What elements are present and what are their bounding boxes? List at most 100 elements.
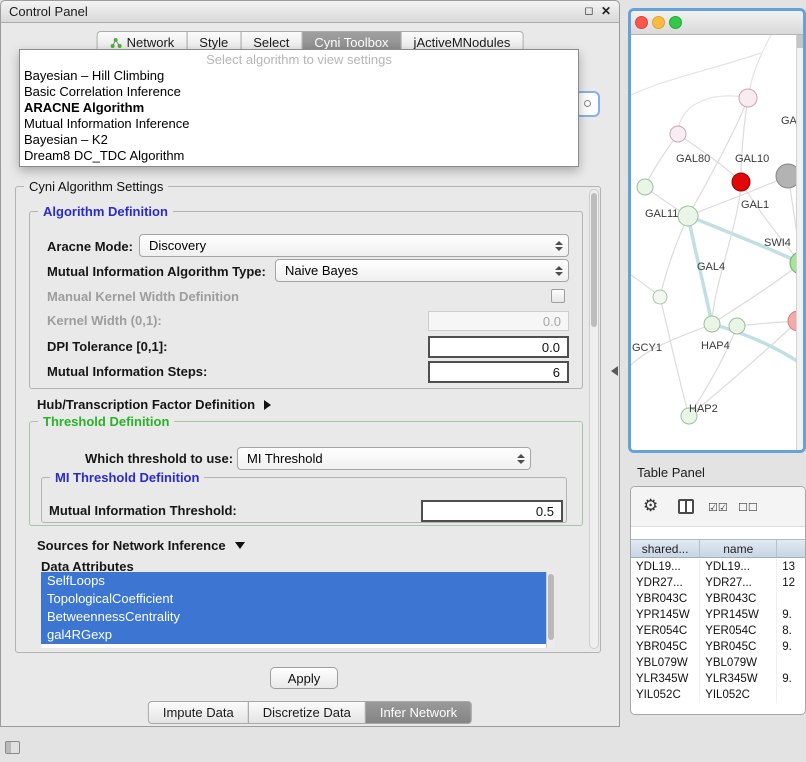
network-edge[interactable]: [712, 182, 741, 324]
column-header-name[interactable]: name: [700, 540, 777, 557]
dpi-tolerance-value: 0.0: [542, 340, 560, 355]
network-node[interactable]: [729, 318, 745, 334]
algorithm-option-list: Bayesian – Hill ClimbingBasic Correlatio…: [20, 68, 578, 164]
table-row[interactable]: YLR345WYLR345W9.: [631, 671, 805, 687]
network-node[interactable]: [739, 89, 757, 107]
network-edge[interactable]: [748, 35, 771, 98]
kernel-width-field[interactable]: 0.0: [428, 311, 569, 331]
node-label: GAL11: [645, 208, 678, 220]
network-edge[interactable]: [741, 98, 748, 182]
network-node[interactable]: [637, 179, 653, 195]
table-cell: YER054C: [631, 623, 700, 639]
algorithm-option[interactable]: ARACNE Algorithm: [20, 100, 578, 116]
table-row[interactable]: YBR045CYBR045C9.: [631, 639, 805, 655]
table-row[interactable]: YER054CYER054C8.: [631, 623, 805, 639]
collapse-icon: [235, 542, 245, 549]
data-attributes-list[interactable]: SelfLoopsTopologicalCoefficientBetweenne…: [41, 572, 555, 648]
attribute-item[interactable]: gal4RGexp: [41, 626, 546, 644]
network-scrollbar-thumb[interactable]: [797, 35, 803, 48]
mi-type-value: Naive Bayes: [285, 263, 358, 278]
network-node[interactable]: [678, 206, 698, 226]
table-row[interactable]: YDR27...YDR27...12: [631, 575, 805, 591]
network-edge[interactable]: [712, 263, 801, 324]
table-cell: 9.: [777, 639, 805, 655]
attributes-scrollbar-thumb[interactable]: [548, 574, 554, 640]
hub-section-toggle[interactable]: Hub/Transcription Factor Definition: [37, 397, 271, 412]
settings-scrollbar[interactable]: [589, 189, 599, 649]
zoom-traffic-light[interactable]: [669, 16, 682, 29]
deselect-all-checks-icon[interactable]: ☐☐: [738, 501, 758, 514]
network-node[interactable]: [704, 316, 720, 332]
network-icon: [110, 37, 122, 49]
mi-type-select[interactable]: Naive Bayes: [275, 259, 569, 282]
table-cell: 8.: [777, 623, 805, 639]
sources-section-toggle[interactable]: Sources for Network Inference: [37, 538, 245, 553]
algorithm-definition-title: Algorithm Definition: [38, 204, 173, 219]
network-edge[interactable]: [678, 96, 748, 134]
column-header-cut[interactable]: [777, 540, 805, 557]
network-window-titlebar[interactable]: [631, 11, 803, 35]
table-row[interactable]: YDL19...YDL19...13: [631, 559, 805, 575]
network-node[interactable]: [670, 126, 686, 142]
settings-scrollbar-thumb[interactable]: [591, 193, 597, 327]
table-row[interactable]: YIL052CYIL052C: [631, 687, 805, 703]
network-edge[interactable]: [660, 216, 688, 297]
tab-infer-network[interactable]: Infer Network: [365, 701, 472, 724]
network-scrollbar[interactable]: [796, 35, 803, 450]
aracne-mode-select[interactable]: Discovery: [139, 234, 569, 257]
network-canvas-area[interactable]: GALGAL80GAL10GAL11GAL1SWI4GAL4GCY1HAP4HA…: [631, 35, 803, 453]
network-edge[interactable]: [645, 134, 678, 187]
bottom-tabbar: Impute Data Discretize Data Infer Networ…: [148, 701, 472, 724]
manual-kernel-checkbox[interactable]: [551, 289, 565, 303]
table-cell: YLR345W: [700, 671, 777, 687]
network-edge[interactable]: [660, 297, 689, 416]
table-cell: YDL19...: [631, 559, 700, 575]
attributes-scrollbar[interactable]: [546, 572, 555, 648]
attribute-item[interactable]: SelfLoops: [41, 572, 546, 590]
dpi-tolerance-field[interactable]: 0.0: [428, 336, 569, 358]
algorithm-option[interactable]: Basic Correlation Inference: [20, 84, 578, 100]
collapse-panel-arrow-icon[interactable]: [611, 366, 618, 376]
close-traffic-light[interactable]: [635, 16, 648, 29]
hub-section-label: Hub/Transcription Factor Definition: [37, 397, 255, 412]
network-edge[interactable]: [631, 53, 761, 95]
table-row[interactable]: YBL079WYBL079W: [631, 655, 805, 671]
table-cell: 9.: [777, 607, 805, 623]
attribute-item[interactable]: BetweennessCentrality: [41, 608, 546, 626]
table-cell: [777, 591, 805, 607]
tab-label: Style: [199, 35, 228, 50]
table-row[interactable]: YBR043CYBR043C: [631, 591, 805, 607]
magnifier-icon: [584, 100, 591, 107]
attribute-item[interactable]: TopologicalCoefficient: [41, 590, 546, 608]
minimize-traffic-light[interactable]: [652, 16, 665, 29]
algorithm-option[interactable]: Bayesian – K2: [20, 132, 578, 148]
select-all-checks-icon[interactable]: ☑☑: [708, 501, 728, 514]
algorithm-option[interactable]: Mutual Information Inference: [20, 116, 578, 132]
panel-toggle-icon[interactable]: [5, 741, 20, 754]
kernel-width-label: Kernel Width (0,1):: [47, 313, 162, 328]
column-header-shared-name[interactable]: shared...: [631, 540, 700, 557]
tab-impute-data[interactable]: Impute Data: [148, 701, 249, 724]
tab-discretize-data[interactable]: Discretize Data: [248, 701, 366, 724]
algorithm-option[interactable]: Bayesian – Hill Climbing: [20, 68, 578, 84]
mi-threshold-label: Mutual Information Threshold:: [49, 503, 237, 518]
minimize-icon[interactable]: ◻: [581, 3, 597, 19]
apply-button[interactable]: Apply: [270, 667, 338, 689]
network-canvas[interactable]: GALGAL80GAL10GAL11GAL1SWI4GAL4GCY1HAP4HA…: [631, 35, 803, 453]
mi-threshold-field[interactable]: 0.5: [421, 500, 563, 522]
table-header: shared... name: [631, 539, 805, 558]
columns-icon[interactable]: [678, 499, 694, 514]
manual-kernel-label: Manual Kernel Width Definition: [47, 289, 239, 304]
mi-steps-field[interactable]: 6: [428, 361, 569, 383]
network-view-window: GALGAL80GAL10GAL11GAL1SWI4GAL4GCY1HAP4HA…: [628, 8, 806, 453]
close-icon[interactable]: ✕: [598, 3, 614, 19]
which-threshold-select[interactable]: MI Threshold: [237, 447, 531, 470]
network-node[interactable]: [653, 290, 667, 304]
table-cell: YDR27...: [631, 575, 700, 591]
algorithm-option[interactable]: Dream8 DC_TDC Algorithm: [20, 148, 578, 164]
table-row[interactable]: YPR145WYPR145W9.: [631, 607, 805, 623]
control-panel-titlebar[interactable]: Control Panel ◻ ✕: [1, 1, 619, 23]
network-node[interactable]: [732, 173, 750, 191]
gear-icon[interactable]: ⚙: [643, 496, 658, 516]
tab-label: Network: [127, 35, 175, 50]
